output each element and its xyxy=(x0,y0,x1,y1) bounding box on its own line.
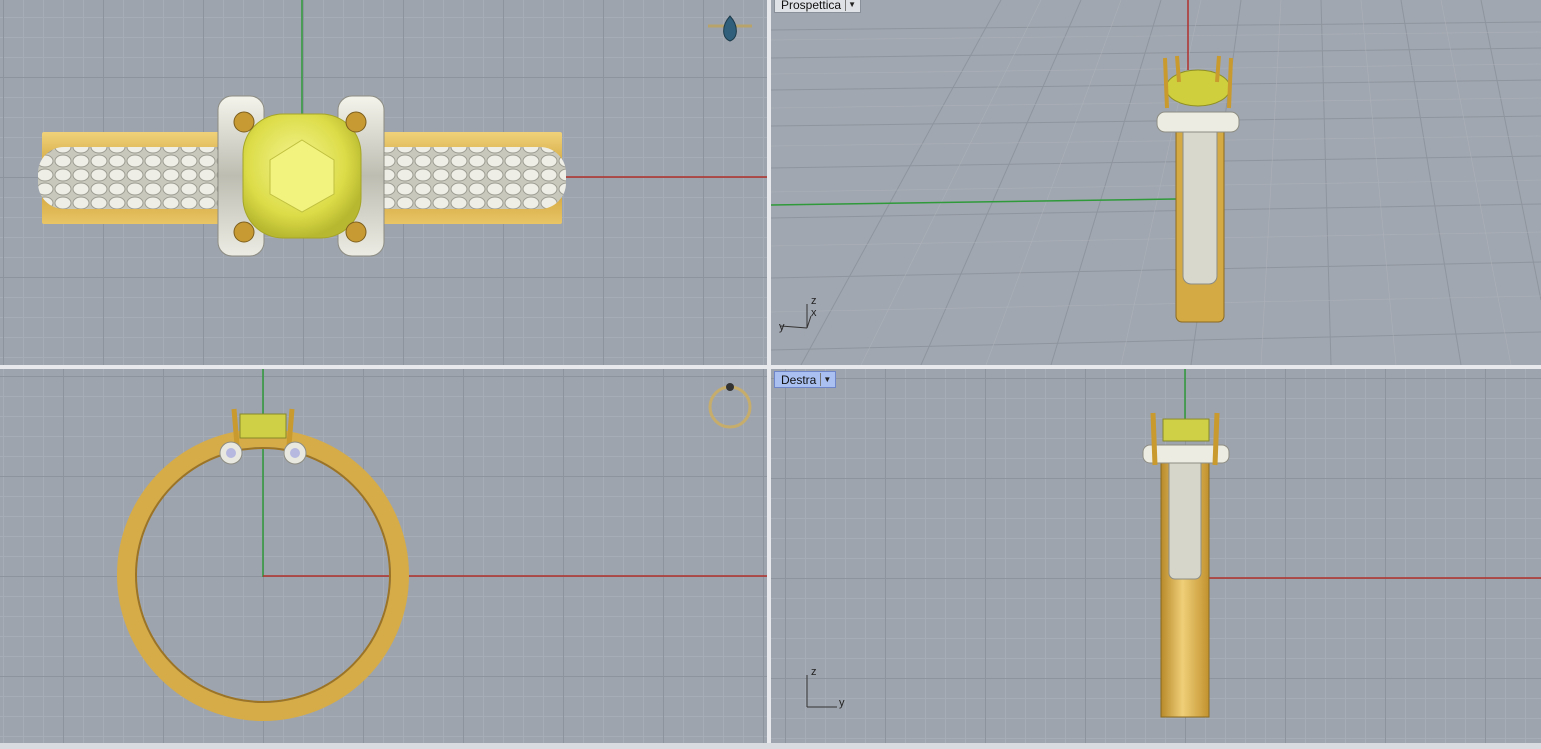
viewport-tab-perspective[interactable]: Prospettica ▼ xyxy=(774,0,862,13)
gemstone xyxy=(1162,418,1210,442)
perspective-grid: z x y xyxy=(771,0,1541,365)
chevron-down-icon[interactable]: ▼ xyxy=(820,373,833,386)
viewport-tab-right[interactable]: Destra ▼ xyxy=(774,371,837,388)
prong xyxy=(345,111,367,133)
axis-label-y: y xyxy=(839,697,845,709)
ring-bead-row xyxy=(1168,446,1202,580)
y-axis-line xyxy=(771,198,1177,206)
axis-label-x: x xyxy=(811,307,817,319)
view-nav-widget xyxy=(708,15,752,42)
setting-bar xyxy=(1156,111,1240,133)
prong xyxy=(233,111,255,133)
top-view-scene xyxy=(38,0,767,257)
gemstone xyxy=(1165,69,1231,107)
viewport-right[interactable]: z y Destra ▼ xyxy=(771,369,1541,743)
status-bar xyxy=(0,743,1541,749)
viewport-tab-label: Prospettica xyxy=(781,0,842,12)
viewport-splitter-vertical[interactable] xyxy=(767,0,771,743)
viewport-front[interactable] xyxy=(0,369,767,743)
axis-label-z: z xyxy=(811,666,817,678)
view-nav-widget xyxy=(708,383,752,429)
axis-gizmo: z x y xyxy=(779,295,817,333)
viewport-top[interactable] xyxy=(0,0,767,365)
prong xyxy=(233,221,255,243)
viewport-splitter-horizontal[interactable] xyxy=(0,365,1541,369)
axis-label-z: z xyxy=(811,295,817,307)
prong xyxy=(345,221,367,243)
viewport-tab-label: Destra xyxy=(781,372,817,387)
ring-bead-row xyxy=(1182,123,1218,285)
right-view-scene: z y xyxy=(806,369,1541,718)
front-view-scene xyxy=(117,369,767,721)
viewport-perspective[interactable]: z x y Prospettica ▼ xyxy=(771,0,1541,365)
axis-gizmo: z y xyxy=(806,666,845,709)
axis-label-y: y xyxy=(779,321,785,333)
gemstone xyxy=(239,413,287,439)
chevron-down-icon[interactable]: ▼ xyxy=(845,0,858,11)
